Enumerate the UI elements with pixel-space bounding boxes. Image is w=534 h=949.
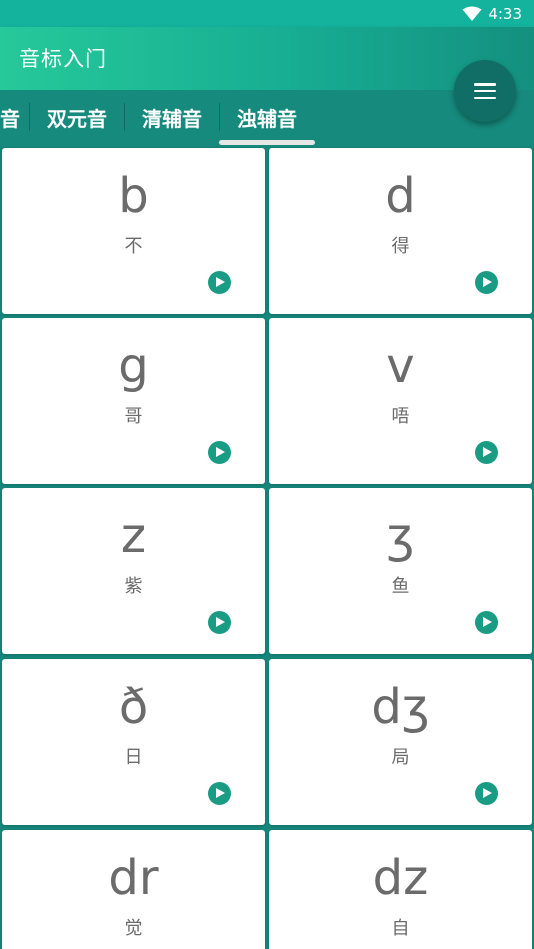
play-icon[interactable] <box>475 271 498 294</box>
menu-icon <box>474 83 496 99</box>
play-icon[interactable] <box>475 441 498 464</box>
play-icon[interactable] <box>208 611 231 634</box>
phoneme-card[interactable]: dz 自 <box>269 830 532 949</box>
phoneme-hint: 自 <box>391 918 410 939</box>
phoneme-card[interactable]: z 紫 <box>2 488 265 654</box>
tab-prev-partial[interactable]: 音 <box>0 90 20 144</box>
tab-indicator <box>219 140 315 145</box>
tab-label: 音 <box>0 106 20 131</box>
phoneme-hint: 哥 <box>124 406 143 427</box>
play-icon[interactable] <box>208 441 231 464</box>
phoneme-card[interactable]: g 哥 <box>2 318 265 484</box>
phoneme-card[interactable]: ð 日 <box>2 659 265 825</box>
tab-diphthongs[interactable]: 双元音 <box>30 90 124 144</box>
phoneme-card[interactable]: d 得 <box>269 148 532 314</box>
phoneme-symbol: v <box>386 338 415 394</box>
phoneme-card[interactable]: dʒ 局 <box>269 659 532 825</box>
phoneme-hint: 不 <box>124 236 143 257</box>
phoneme-hint: 得 <box>391 236 410 257</box>
phoneme-symbol: ʒ <box>386 508 415 564</box>
app-bar: 音标入门 <box>0 27 534 90</box>
phoneme-symbol: dz <box>372 850 429 906</box>
phoneme-hint: 鱼 <box>391 576 410 597</box>
wifi-icon <box>462 6 482 21</box>
phoneme-symbol: z <box>120 508 147 564</box>
app-title: 音标入门 <box>19 47 107 71</box>
phoneme-card[interactable]: b 不 <box>2 148 265 314</box>
status-time: 4:33 <box>488 4 522 23</box>
phoneme-card[interactable]: ʒ 鱼 <box>269 488 532 654</box>
phoneme-symbol: dr <box>108 850 159 906</box>
tab-label: 浊辅音 <box>237 106 297 131</box>
tab-label: 清辅音 <box>142 106 202 131</box>
phonetic-grid: b 不 d 得 g 哥 v 唔 z 紫 ʒ 鱼 ð 日 dʒ 局 dr 觉 dz… <box>0 146 534 949</box>
tab-voiced-consonants[interactable]: 浊辅音 <box>220 90 314 144</box>
menu-button[interactable] <box>454 60 516 122</box>
status-bar: 4:33 <box>0 0 534 27</box>
phoneme-symbol: d <box>385 168 416 224</box>
phoneme-card[interactable]: dr 觉 <box>2 830 265 949</box>
play-icon[interactable] <box>208 271 231 294</box>
tab-voiceless-consonants[interactable]: 清辅音 <box>125 90 219 144</box>
phoneme-hint: 紫 <box>124 576 143 597</box>
phoneme-symbol: b <box>118 168 149 224</box>
play-icon[interactable] <box>208 782 231 805</box>
phoneme-hint: 日 <box>124 747 143 768</box>
phoneme-hint: 觉 <box>124 918 143 939</box>
tab-label: 双元音 <box>47 106 107 131</box>
phoneme-symbol: g <box>118 338 149 394</box>
phoneme-hint: 局 <box>391 747 410 768</box>
tab-bar: 音 双元音 清辅音 浊辅音 <box>0 90 534 146</box>
play-icon[interactable] <box>475 611 498 634</box>
phoneme-card[interactable]: v 唔 <box>269 318 532 484</box>
phoneme-symbol: ð <box>118 679 149 735</box>
phoneme-hint: 唔 <box>391 406 410 427</box>
phoneme-symbol: dʒ <box>371 679 430 735</box>
play-icon[interactable] <box>475 782 498 805</box>
